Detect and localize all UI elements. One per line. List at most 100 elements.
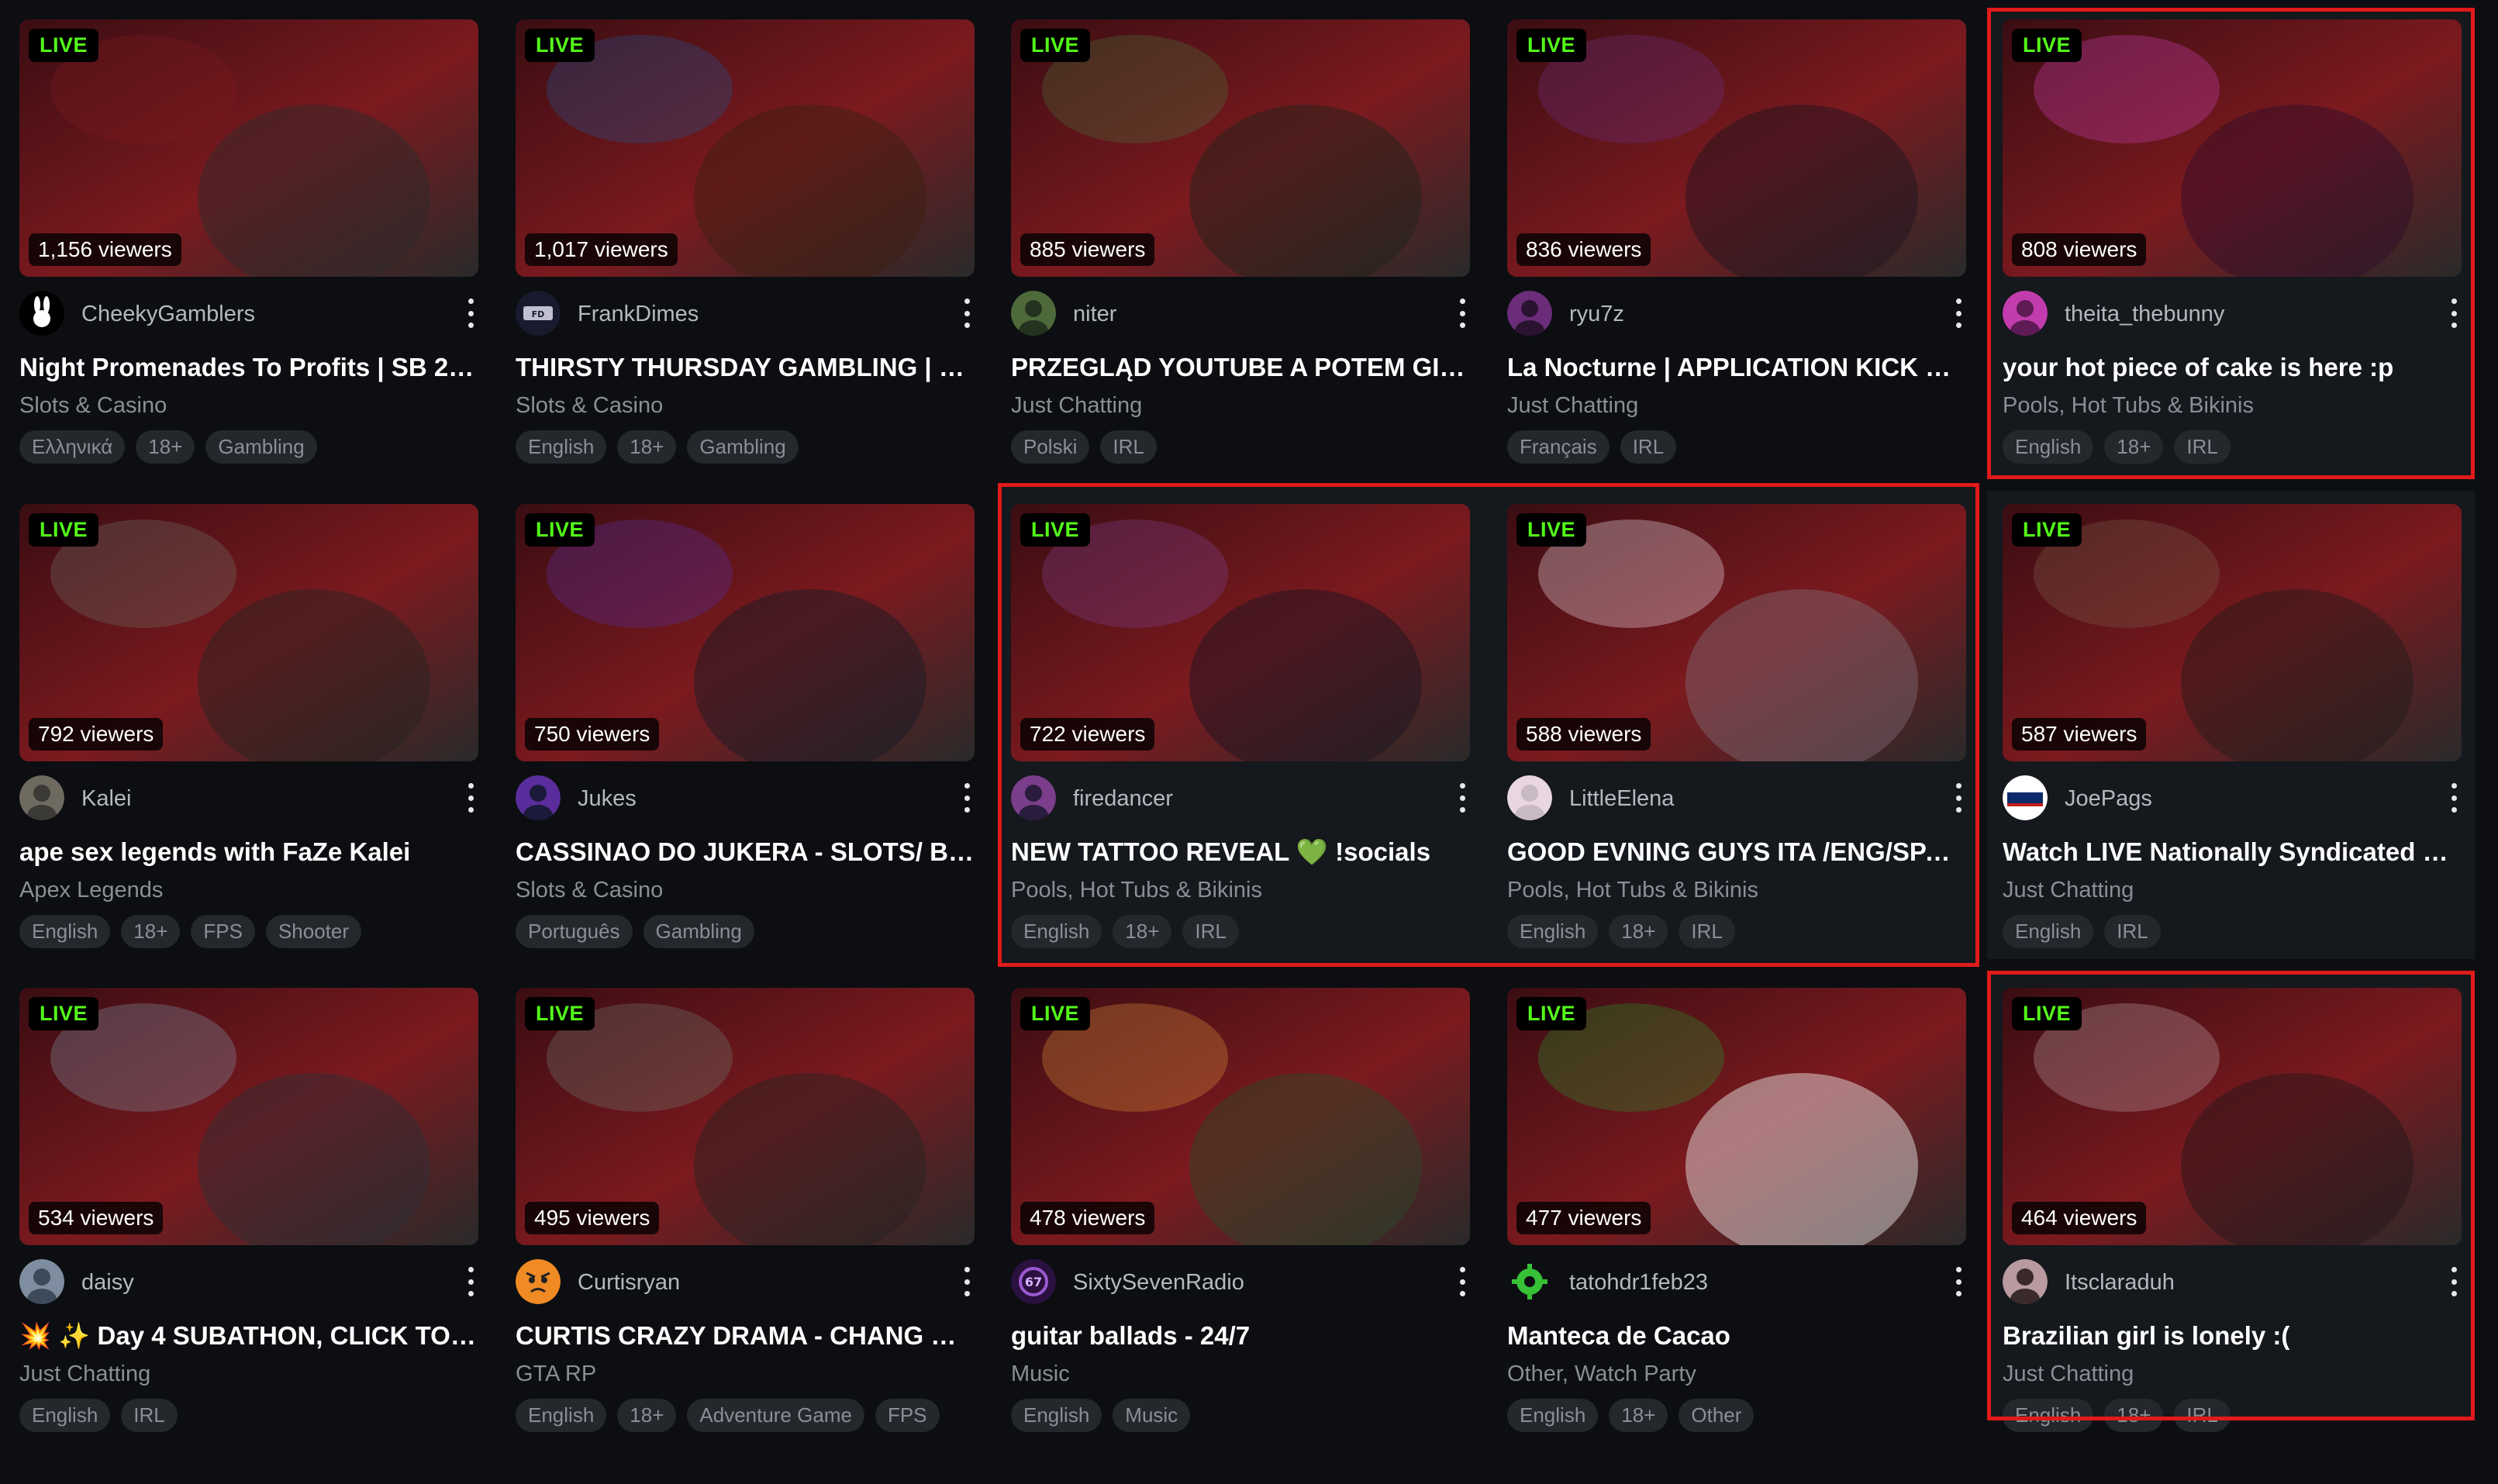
tag-chip[interactable]: English	[19, 1399, 111, 1432]
more-options-icon[interactable]	[1454, 1267, 1470, 1296]
avatar-icon[interactable]	[1507, 291, 1552, 336]
angry-face-icon[interactable]	[516, 1259, 561, 1304]
avatar-icon[interactable]	[19, 775, 64, 820]
stream-category[interactable]: Slots & Casino	[516, 878, 663, 903]
stream-category[interactable]: GTA RP	[516, 1361, 596, 1387]
stream-card-niter[interactable]: LIVE 885 viewers niter PRZEGLĄD YOUTUBE …	[1011, 19, 1470, 516]
tag-chip[interactable]: Gambling	[643, 915, 754, 948]
stream-card-tatohdr1feb23[interactable]: LIVE 477 viewers tatohdr1feb23 Manteca d…	[1507, 988, 1966, 1484]
stream-title[interactable]: guitar ballads - 24/7	[1011, 1321, 1470, 1351]
tag-chip[interactable]: 18+	[1113, 915, 1172, 948]
tag-chip[interactable]: Português	[516, 915, 633, 948]
more-options-icon[interactable]	[1951, 1267, 1966, 1296]
stream-category[interactable]: Just Chatting	[1507, 393, 1638, 419]
stream-title[interactable]: CASSINAO DO JUKERA - SLOTS/ BL…	[516, 837, 975, 867]
tag-chip[interactable]: 18+	[1609, 1399, 1668, 1432]
tag-chip[interactable]: IRL	[1679, 915, 1735, 948]
avatar-icon[interactable]	[1011, 775, 1056, 820]
stream-category[interactable]: Just Chatting	[2003, 878, 2134, 903]
stream-card-firedancer[interactable]: LIVE 722 viewers firedancer NEW TATTOO R…	[1011, 504, 1470, 1000]
stream-thumbnail[interactable]: LIVE 792 viewers	[19, 504, 478, 761]
stream-card-curtisryan[interactable]: LIVE 495 viewers Curtisryan CURTIS CRAZY…	[516, 988, 975, 1484]
tag-chip[interactable]: FPS	[875, 1399, 940, 1432]
channel-name[interactable]: Kalei	[81, 786, 132, 812]
stream-thumbnail[interactable]: LIVE 587 viewers	[2003, 504, 2462, 761]
stream-card-theita-thebunny[interactable]: LIVE 808 viewers theita_thebunny your ho…	[2003, 19, 2462, 516]
stream-category[interactable]: Pools, Hot Tubs & Bikinis	[2003, 393, 2254, 419]
channel-name[interactable]: SixtySevenRadio	[1073, 1270, 1244, 1296]
channel-name[interactable]: Itsclaraduh	[2065, 1270, 2175, 1296]
channel-name[interactable]: FrankDimes	[578, 302, 699, 327]
stream-category[interactable]: Slots & Casino	[19, 393, 167, 419]
stream-title[interactable]: Watch LIVE Nationally Syndicated R…	[2003, 837, 2462, 867]
tag-chip[interactable]: English	[2003, 1399, 2094, 1432]
stream-title[interactable]: PRZEGLĄD YOUTUBE A POTEM GIE…	[1011, 353, 1470, 382]
more-options-icon[interactable]	[463, 299, 478, 328]
tag-chip[interactable]: Gambling	[205, 430, 317, 464]
channel-name[interactable]: LittleElena	[1569, 786, 1674, 812]
frank-dimes-logo-icon[interactable]: FD	[516, 291, 561, 336]
tag-chip[interactable]: 18+	[136, 430, 195, 464]
stream-category[interactable]: Pools, Hot Tubs & Bikinis	[1011, 878, 1262, 903]
tag-chip[interactable]: 18+	[121, 915, 181, 948]
stream-title[interactable]: THIRSTY THURSDAY GAMBLING | G…	[516, 353, 975, 382]
more-options-icon[interactable]	[2446, 299, 2462, 328]
stream-title[interactable]: ape sex legends with FaZe Kalei	[19, 837, 478, 867]
stream-thumbnail[interactable]: LIVE 477 viewers	[1507, 988, 1966, 1245]
stream-thumbnail[interactable]: LIVE 722 viewers	[1011, 504, 1470, 761]
stream-thumbnail[interactable]: LIVE 1,017 viewers	[516, 19, 975, 277]
tag-chip[interactable]: Shooter	[265, 915, 362, 948]
stream-card-joepags[interactable]: LIVE 587 viewers JoePags Watch LIVE Nati…	[2003, 504, 2462, 1000]
channel-name[interactable]: tatohdr1feb23	[1569, 1270, 1708, 1296]
stream-category[interactable]: Music	[1011, 1361, 1070, 1387]
stream-title[interactable]: 💥 ✨ Day 4 SUBATHON, CLICK TO …	[19, 1321, 478, 1351]
stream-card-kalei[interactable]: LIVE 792 viewers Kalei ape sex legends w…	[19, 504, 478, 1000]
more-options-icon[interactable]	[2446, 1267, 2462, 1296]
radio-logo-icon[interactable]: 67	[1011, 1259, 1056, 1304]
tag-chip[interactable]: IRL	[2174, 1399, 2231, 1432]
channel-name[interactable]: JoePags	[2065, 786, 2152, 812]
stream-thumbnail[interactable]: LIVE 808 viewers	[2003, 19, 2462, 277]
stream-thumbnail[interactable]: LIVE 588 viewers	[1507, 504, 1966, 761]
tag-chip[interactable]: FPS	[191, 915, 255, 948]
stream-thumbnail[interactable]: LIVE 885 viewers	[1011, 19, 1470, 277]
stream-title[interactable]: your hot piece of cake is here :p	[2003, 353, 2462, 382]
more-options-icon[interactable]	[463, 783, 478, 813]
more-options-icon[interactable]	[463, 1267, 478, 1296]
stream-card-sixtysevenradio[interactable]: LIVE 478 viewers 67 SixtySevenRadio guit…	[1011, 988, 1470, 1484]
channel-name[interactable]: niter	[1073, 302, 1116, 327]
stream-title[interactable]: NEW TATTOO REVEAL 💚 !socials	[1011, 837, 1470, 868]
tag-chip[interactable]: English	[1507, 915, 1599, 948]
stream-title[interactable]: La Nocturne | APPLICATION KICK di…	[1507, 353, 1966, 382]
stream-category[interactable]: Just Chatting	[19, 1361, 150, 1387]
more-options-icon[interactable]	[959, 1267, 975, 1296]
tag-chip[interactable]: IRL	[121, 1399, 178, 1432]
tag-chip[interactable]: 18+	[2104, 430, 2164, 464]
stream-title[interactable]: CURTIS CRAZY DRAMA - CHANG G…	[516, 1321, 975, 1351]
stream-title[interactable]: Brazilian girl is lonely :(	[2003, 1321, 2462, 1351]
stream-thumbnail[interactable]: LIVE 1,156 viewers	[19, 19, 478, 277]
more-options-icon[interactable]	[1454, 783, 1470, 813]
stream-category[interactable]: Slots & Casino	[516, 393, 663, 419]
tag-chip[interactable]: Music	[1113, 1399, 1191, 1432]
tag-chip[interactable]: 18+	[1609, 915, 1668, 948]
tag-chip[interactable]: Ελληνικά	[19, 430, 126, 464]
tag-chip[interactable]: IRL	[1620, 430, 1677, 464]
more-options-icon[interactable]	[1951, 299, 1966, 328]
channel-name[interactable]: theita_thebunny	[2065, 302, 2224, 327]
stream-category[interactable]: Other, Watch Party	[1507, 1361, 1696, 1387]
stream-card-ryu7z[interactable]: LIVE 836 viewers ryu7z La Nocturne | APP…	[1507, 19, 1966, 516]
tag-chip[interactable]: Polski	[1011, 430, 1090, 464]
stream-thumbnail[interactable]: LIVE 478 viewers	[1011, 988, 1470, 1245]
tag-chip[interactable]: English	[516, 1399, 607, 1432]
tag-chip[interactable]: English	[1507, 1399, 1599, 1432]
stream-card-cheekygamblers[interactable]: LIVE 1,156 viewers CheekyGamblers Night …	[19, 19, 478, 516]
stream-title[interactable]: Manteca de Cacao	[1507, 1321, 1966, 1351]
stream-thumbnail[interactable]: LIVE 750 viewers	[516, 504, 975, 761]
channel-name[interactable]: Curtisryan	[578, 1270, 680, 1296]
avatar-icon[interactable]	[1011, 291, 1056, 336]
more-options-icon[interactable]	[2446, 783, 2462, 813]
stream-thumbnail[interactable]: LIVE 464 viewers	[2003, 988, 2462, 1245]
tag-chip[interactable]: IRL	[2174, 430, 2231, 464]
stream-category[interactable]: Apex Legends	[19, 878, 163, 903]
